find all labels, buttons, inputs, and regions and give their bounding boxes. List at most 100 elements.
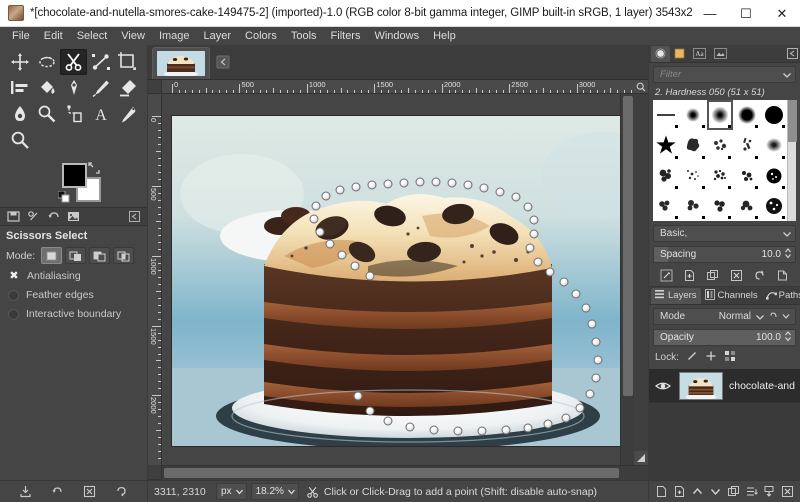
brush-grid[interactable]	[653, 100, 787, 221]
horizontal-ruler[interactable]: 0 500 1000 1500 2000 2500 3000	[162, 80, 634, 94]
brush-cell[interactable]	[733, 100, 760, 130]
maximize-button[interactable]: ☐	[728, 0, 764, 27]
restore-tool-preset-button[interactable]	[47, 483, 69, 501]
lock-position-toggle[interactable]	[705, 350, 717, 365]
brush-grid-scrollbar[interactable]	[787, 100, 797, 221]
layer-opacity-row[interactable]: Opacity 100.0	[653, 329, 796, 346]
brush-cell[interactable]	[760, 191, 787, 221]
brush-cell[interactable]	[733, 161, 760, 191]
reset-colors-icon[interactable]	[57, 190, 70, 203]
heal-tool[interactable]	[114, 101, 141, 127]
open-brush-as-image-button[interactable]	[773, 267, 792, 285]
tab-options-icon[interactable]	[214, 53, 232, 71]
brush-cell[interactable]	[680, 100, 707, 130]
brush-cell[interactable]	[680, 161, 707, 191]
tool-presets-icon[interactable]	[3, 208, 23, 225]
duplicate-layer-button[interactable]	[725, 483, 743, 501]
image-presets-icon[interactable]	[63, 208, 83, 225]
layer-mode-extra-icons[interactable]	[770, 308, 792, 326]
layer-mode-selector[interactable]: Mode Normal	[653, 308, 796, 325]
brush-cell[interactable]	[653, 191, 680, 221]
brush-cell[interactable]	[760, 100, 787, 130]
horizontal-scroll-thumb[interactable]	[164, 468, 619, 478]
brush-cell[interactable]	[760, 130, 787, 160]
tab-layers[interactable]: Layers	[651, 287, 701, 304]
brush-cell-selected[interactable]	[707, 100, 734, 130]
lock-alpha-toggle[interactable]	[724, 350, 736, 365]
new-brush-button[interactable]	[680, 267, 699, 285]
brush-filter-row[interactable]: Filter	[653, 66, 796, 83]
restore-presets-icon[interactable]	[23, 208, 43, 225]
toggle-interactive-boundary[interactable]	[8, 308, 19, 320]
brush-cell[interactable]	[733, 191, 760, 221]
paintbrush-tool[interactable]	[87, 75, 114, 101]
layer-list[interactable]: chocolate-and	[649, 369, 800, 480]
edit-brush-button[interactable]	[657, 267, 676, 285]
toggle-feather-edges[interactable]	[8, 289, 19, 301]
opacity-stepper[interactable]	[784, 330, 792, 345]
unit-selector[interactable]: px	[216, 483, 247, 500]
brush-cell[interactable]	[707, 161, 734, 191]
move-tool[interactable]	[6, 49, 33, 75]
option-row-antialiasing[interactable]: ✖ Antialiasing	[0, 266, 147, 285]
brush-cell[interactable]	[680, 130, 707, 160]
delete-brush-button[interactable]	[727, 267, 746, 285]
canvas[interactable]	[162, 94, 620, 465]
menu-item-select[interactable]: Select	[70, 29, 115, 43]
menu-item-view[interactable]: View	[114, 29, 152, 43]
layer-visibility-icon[interactable]	[653, 380, 673, 392]
close-button[interactable]: ✕	[764, 0, 800, 27]
tab-paths[interactable]: Paths	[762, 288, 800, 304]
delete-layer-button[interactable]	[778, 483, 796, 501]
menu-item-filters[interactable]: Filters	[324, 29, 368, 43]
scissors-select-tool[interactable]	[60, 49, 87, 75]
brush-spacing-row[interactable]: Spacing 10.0	[653, 246, 796, 263]
menu-item-edit[interactable]: Edit	[37, 29, 70, 43]
option-row-feather-edges[interactable]: Feather edges	[0, 285, 147, 304]
clone-tool[interactable]	[33, 101, 60, 127]
brush-cell[interactable]	[760, 161, 787, 191]
brush-cell[interactable]	[653, 161, 680, 191]
vertical-scroll-thumb[interactable]	[622, 96, 633, 396]
mode-button-replace[interactable]	[41, 247, 63, 264]
brushes-tab[interactable]	[651, 45, 670, 62]
spacing-stepper[interactable]	[784, 247, 792, 262]
fuzzy-select-tool[interactable]	[33, 49, 60, 75]
vertical-ruler[interactable]: 0 500 1000 1500 2000	[148, 94, 162, 465]
menu-item-windows[interactable]: Windows	[367, 29, 426, 43]
zoom-selector[interactable]: 18.2%	[250, 483, 299, 500]
measure-tool[interactable]	[60, 101, 87, 127]
new-layer-group-button[interactable]	[671, 483, 689, 501]
checkbox-antialiasing[interactable]: ✖	[8, 270, 20, 282]
raise-layer-button[interactable]	[689, 483, 707, 501]
brush-cell[interactable]	[707, 130, 734, 160]
menu-item-tools[interactable]: Tools	[284, 29, 324, 43]
refresh-brushes-button[interactable]	[750, 267, 769, 285]
brush-cell[interactable]	[707, 191, 734, 221]
fonts-tab[interactable]: Aa	[689, 46, 710, 62]
vertical-scrollbar[interactable]	[620, 94, 634, 465]
paths-tool[interactable]	[87, 49, 114, 75]
undo-icon[interactable]	[43, 208, 63, 225]
menu-item-help[interactable]: Help	[426, 29, 463, 43]
new-layer-button[interactable]	[653, 483, 671, 501]
crop-tool[interactable]	[114, 49, 141, 75]
brush-cell[interactable]	[680, 191, 707, 221]
brushes-dock-menu-icon[interactable]	[784, 46, 800, 62]
image-canvas[interactable]	[172, 116, 620, 446]
save-tool-preset-button[interactable]	[15, 483, 37, 501]
mode-button-add[interactable]	[65, 247, 87, 264]
layer-item[interactable]: chocolate-and	[649, 369, 800, 403]
tab-channels[interactable]: Channels	[701, 288, 762, 304]
text-tool[interactable]: A	[87, 101, 114, 127]
minimize-button[interactable]: —	[692, 0, 728, 27]
brush-cell[interactable]	[733, 130, 760, 160]
eraser-tool[interactable]	[114, 75, 141, 101]
menu-item-file[interactable]: File	[5, 29, 37, 43]
zoom-image-button[interactable]	[634, 80, 648, 94]
brush-scroll-thumb[interactable]	[788, 100, 797, 142]
lock-pixels-toggle[interactable]	[686, 350, 698, 365]
delete-tool-preset-button[interactable]	[78, 483, 100, 501]
anchor-layer-button[interactable]	[742, 483, 760, 501]
mode-button-subtract[interactable]	[89, 247, 111, 264]
